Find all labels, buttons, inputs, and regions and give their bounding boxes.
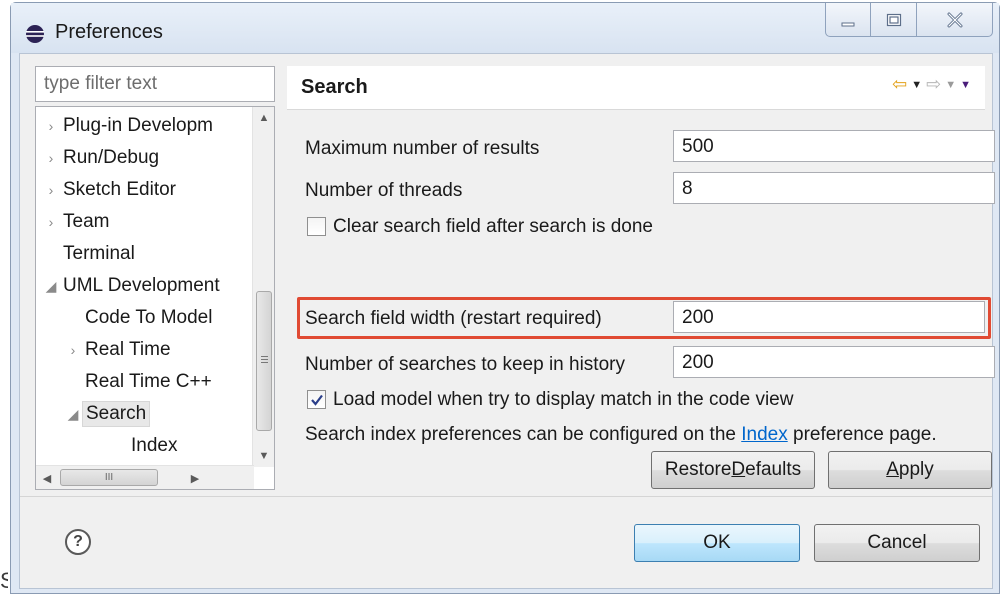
scroll-left-arrow-icon[interactable]: ◀ xyxy=(36,466,58,489)
cancel-button[interactable]: Cancel xyxy=(814,524,980,562)
tree-item-label: Sketch Editor xyxy=(63,179,176,200)
threads-label: Number of threads xyxy=(305,180,463,201)
grip-line xyxy=(261,362,268,363)
scroll-right-arrow-icon[interactable]: ▶ xyxy=(184,466,206,489)
index-info-text: Search index preferences can be configur… xyxy=(305,424,937,446)
tree-item[interactable]: › Team xyxy=(42,207,112,237)
grip-line xyxy=(261,359,268,360)
load-model-checkbox[interactable] xyxy=(307,390,326,409)
preferences-tree: › Plug-in Developm › Run/Debug › Sketch Edito… xyxy=(35,106,275,490)
scroll-down-arrow-icon[interactable]: ▼ xyxy=(253,445,274,467)
threads-field[interactable]: 8 xyxy=(673,172,995,204)
filter-input[interactable]: type filter text xyxy=(35,66,275,102)
eclipse-logo-icon xyxy=(26,25,44,43)
apply-button[interactable]: Apply xyxy=(828,451,992,489)
field-width-label: Search field width (restart required) xyxy=(305,308,602,329)
max-results-field[interactable]: 500 xyxy=(673,130,995,162)
tree-item-label: Real Time xyxy=(85,339,171,360)
forward-dropdown-icon[interactable]: ▼ xyxy=(945,79,956,91)
preferences-window: Preferences type filter text › Plug-in D… xyxy=(10,2,1000,594)
dialog-separator xyxy=(20,496,992,497)
info-text-prefix: Search index preferences can be configur… xyxy=(305,424,742,445)
tree-item-label: Terminal xyxy=(63,243,135,264)
tree-item[interactable]: › Plug-in Developm xyxy=(42,111,216,141)
collapsed-arrow-icon[interactable]: › xyxy=(42,150,60,166)
tree-item-label: Search xyxy=(82,401,151,427)
page-navigation: ⇦ ▼ ⇨ ▼ ▼ xyxy=(892,74,971,95)
window-controls xyxy=(825,3,993,39)
clear-search-checkbox[interactable] xyxy=(307,217,326,236)
restore-defaults-button[interactable]: Restore Defaults xyxy=(651,451,815,489)
horizontal-scroll-thumb[interactable]: III xyxy=(60,469,158,486)
collapsed-arrow-icon[interactable]: › xyxy=(64,342,82,358)
tree-item[interactable]: Terminal xyxy=(42,239,138,269)
collapsed-arrow-icon[interactable]: › xyxy=(42,118,60,134)
history-label: Number of searches to keep in history xyxy=(305,354,625,375)
tree-item-label: Index xyxy=(131,435,178,456)
tree-item-label: Team xyxy=(63,211,110,232)
maximize-icon xyxy=(886,13,901,26)
tree-item-label: UML Development xyxy=(63,275,220,296)
tree-item-label: Real Time C++ xyxy=(85,371,212,392)
back-dropdown-icon[interactable]: ▼ xyxy=(911,79,922,91)
collapsed-arrow-icon[interactable]: › xyxy=(42,182,60,198)
partial-background-text: S xyxy=(0,568,8,593)
minimize-icon xyxy=(841,22,855,26)
tree-item[interactable]: ◢ Search xyxy=(64,399,151,429)
dialog-body: type filter text › Plug-in Developm › Run/D… xyxy=(19,53,995,589)
close-icon xyxy=(947,12,962,27)
clear-search-label: Clear search field after search is done xyxy=(333,216,653,237)
maximize-button[interactable] xyxy=(871,3,917,37)
expanded-arrow-icon[interactable]: ◢ xyxy=(42,278,60,295)
field-width-field[interactable]: 200 xyxy=(673,301,985,333)
history-field[interactable]: 200 xyxy=(673,346,995,378)
page-header: Search ⇦ ▼ ⇨ ▼ ▼ xyxy=(287,66,985,110)
minimize-button[interactable] xyxy=(825,3,871,37)
checkmark-icon xyxy=(310,394,323,406)
help-icon[interactable]: ? xyxy=(65,529,91,555)
tree-horizontal-scrollbar[interactable]: ◀ III ▶ xyxy=(36,465,254,489)
close-button[interactable] xyxy=(917,3,993,37)
search-preference-page: Search ⇦ ▼ ⇨ ▼ ▼ Maximum number of resul… xyxy=(287,66,995,490)
collapsed-arrow-icon[interactable]: › xyxy=(42,214,60,230)
tree-vertical-scrollbar[interactable]: ▲ ▼ xyxy=(252,107,274,467)
page-title: Search xyxy=(301,76,368,98)
tree-item[interactable]: ◢ UML Development xyxy=(42,271,223,301)
view-menu-icon[interactable]: ▼ xyxy=(960,79,971,91)
ok-button[interactable]: OK xyxy=(634,524,800,562)
tree-item[interactable]: Code To Model xyxy=(64,303,215,333)
tree-item-label: Code To Model xyxy=(85,307,213,328)
max-results-label: Maximum number of results xyxy=(305,138,540,159)
tree-item[interactable]: Index xyxy=(110,431,180,461)
forward-arrow-icon[interactable]: ⇨ xyxy=(926,74,941,95)
info-text-suffix: preference page. xyxy=(787,424,937,445)
load-model-label: Load model when try to display match in … xyxy=(333,389,794,410)
tree-item[interactable]: Real Time C++ xyxy=(64,367,215,397)
tree-item-label: Plug-in Developm xyxy=(63,115,213,136)
title-bar[interactable]: Preferences xyxy=(11,3,999,53)
tree-item-label: Run/Debug xyxy=(63,147,160,168)
scroll-up-arrow-icon[interactable]: ▲ xyxy=(253,107,274,129)
grip-line xyxy=(261,356,268,357)
tree-item[interactable]: › Sketch Editor xyxy=(42,175,179,205)
tree-item[interactable]: › Real Time xyxy=(64,335,174,365)
back-arrow-icon[interactable]: ⇦ xyxy=(892,74,907,95)
tree-item[interactable]: › Run/Debug xyxy=(42,143,162,173)
index-link[interactable]: Index xyxy=(741,424,787,445)
expanded-arrow-icon[interactable]: ◢ xyxy=(64,406,82,423)
window-title: Preferences xyxy=(55,21,163,43)
vertical-scroll-thumb[interactable] xyxy=(256,291,272,431)
